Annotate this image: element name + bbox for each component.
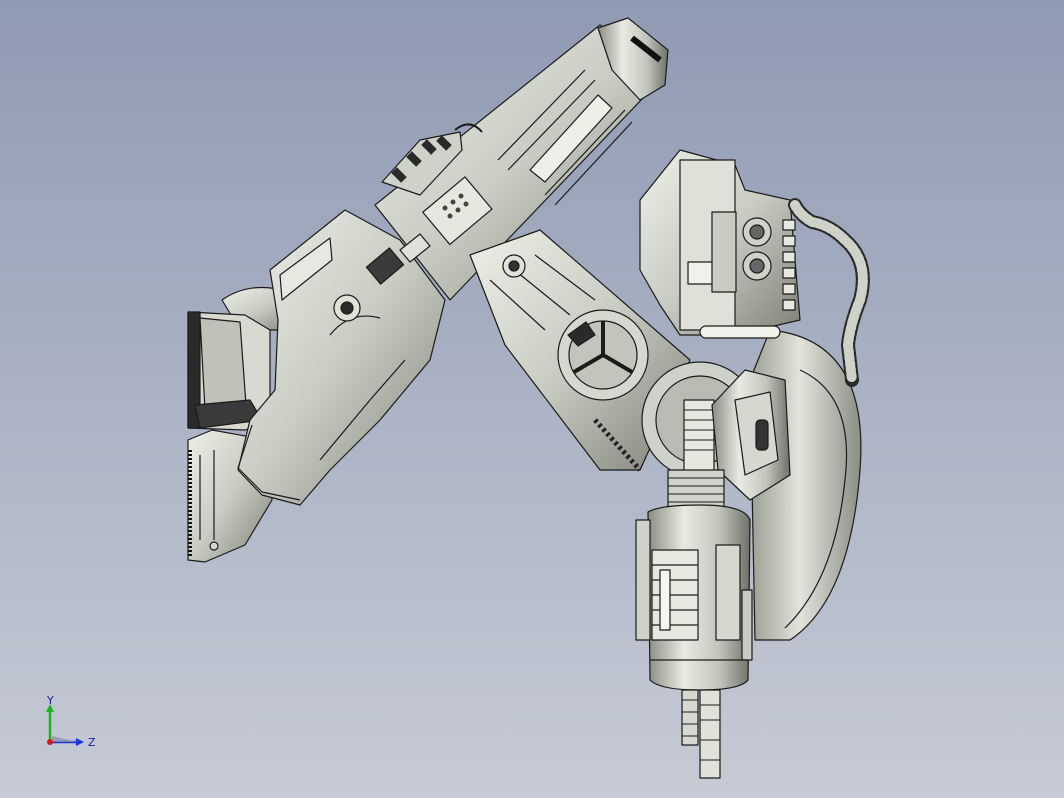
x-axis-dot bbox=[47, 739, 53, 745]
z-axis-label: Z bbox=[88, 736, 96, 749]
y-axis-label: Y bbox=[46, 696, 54, 707]
arm-model-render[interactable] bbox=[0, 0, 1064, 798]
coordinate-triad: Y Z bbox=[46, 696, 96, 749]
cad-viewport[interactable]: Y Z bbox=[0, 0, 1064, 798]
